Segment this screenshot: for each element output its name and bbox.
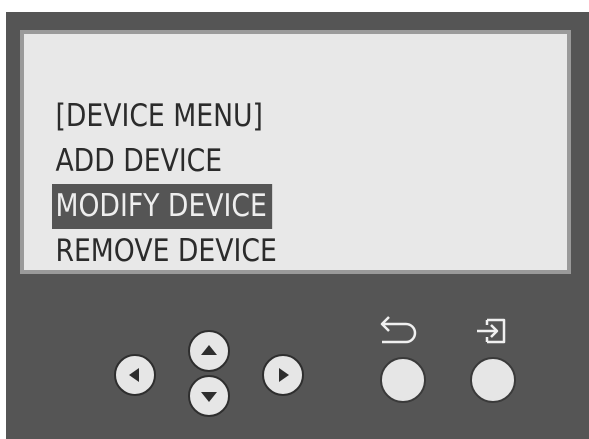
- device-panel: [DEVICE MENU] ADD DEVICE MODIFY DEVICE R…: [6, 12, 589, 439]
- enter-login-icon: [477, 318, 506, 344]
- down-arrow-icon: [201, 392, 217, 402]
- right-arrow-icon: [279, 368, 289, 382]
- menu-item-label: REMOVE DEVICE: [55, 233, 277, 269]
- right-button[interactable]: [262, 354, 304, 396]
- left-arrow-icon: [129, 368, 139, 382]
- menu-item-add-device[interactable]: ADD DEVICE: [52, 139, 282, 184]
- menu-item-label: MODIFY DEVICE: [52, 184, 273, 229]
- back-return-icon: [380, 316, 417, 344]
- menu-item-modify-device[interactable]: MODIFY DEVICE: [52, 184, 282, 229]
- menu-item-label: ADD DEVICE: [55, 143, 223, 179]
- lcd-screen: [DEVICE MENU] ADD DEVICE MODIFY DEVICE R…: [20, 30, 571, 274]
- back-button[interactable]: [380, 357, 426, 403]
- menu-title: [DEVICE MENU]: [55, 98, 263, 134]
- up-button[interactable]: [188, 330, 230, 372]
- left-button[interactable]: [114, 354, 156, 396]
- up-arrow-icon: [201, 345, 217, 355]
- device-menu: [DEVICE MENU] ADD DEVICE MODIFY DEVICE R…: [52, 94, 319, 274]
- enter-button[interactable]: [470, 357, 516, 403]
- down-button[interactable]: [188, 375, 230, 417]
- menu-item-remove-device[interactable]: REMOVE DEVICE: [52, 229, 282, 274]
